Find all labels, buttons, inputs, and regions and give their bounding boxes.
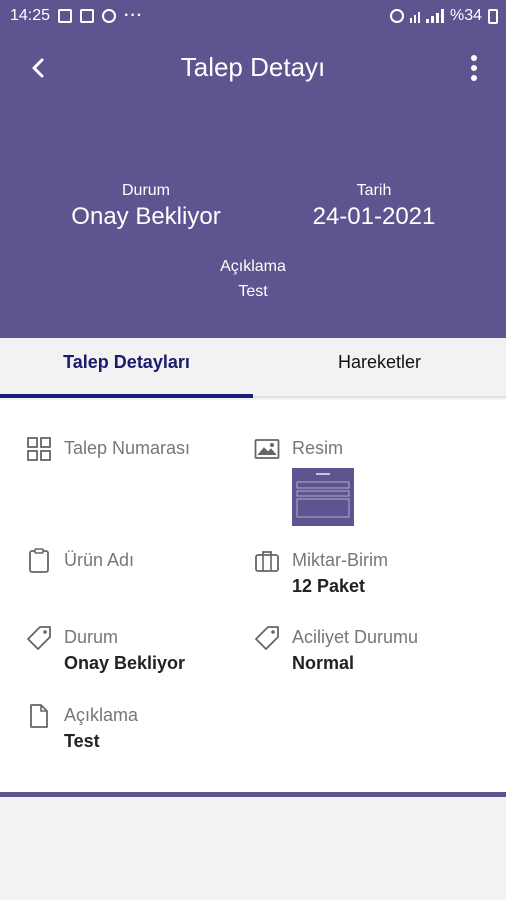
date-summary-label: Tarih	[356, 182, 392, 199]
header: 14:25 ··· %34 Talep Detayı Durum Onay Be…	[0, 0, 506, 338]
app-bar: Talep Detayı	[0, 40, 506, 94]
status-bar: 14:25 ··· %34	[0, 0, 506, 32]
bottom-divider	[0, 792, 506, 797]
signal-icon	[425, 9, 444, 23]
more-vertical-icon	[471, 55, 477, 81]
date-summary-value: 24-01-2021	[312, 203, 436, 230]
quantity-unit-value: 12 Paket	[292, 576, 366, 596]
description-value: Test	[64, 731, 100, 751]
quantity-unit-label: Miktar-Birim	[292, 550, 388, 570]
description-summary-value: Test	[238, 283, 268, 300]
status-summary-value: Onay Bekliyor	[71, 203, 221, 230]
product-name-label: Ürün Adı	[64, 550, 135, 570]
tag-icon	[255, 626, 279, 650]
more-options-button[interactable]	[462, 48, 486, 88]
image-icon	[254, 439, 280, 459]
description-summary-label: Açıklama	[220, 258, 286, 275]
image-field: Resim	[254, 436, 484, 536]
tab-movements[interactable]: Hareketler	[253, 338, 506, 398]
file-icon	[30, 704, 48, 728]
date-summary: Tarih 24-01-2021	[290, 182, 458, 231]
status-summary-label: Durum	[121, 182, 170, 199]
tab-bar: Talep Detayları Hareketler	[0, 338, 506, 398]
clipboard-icon	[29, 548, 49, 573]
battery-icon	[488, 8, 498, 24]
product-name-field: Ürün Adı	[26, 548, 246, 608]
tab-indicator	[0, 394, 253, 398]
urgency-field: Aciliyet Durumu Normal	[254, 625, 484, 685]
status-summary: Durum Onay Bekliyor	[60, 182, 232, 231]
more-notifications-icon: ···	[124, 7, 144, 24]
status-value: Onay Bekliyor	[64, 653, 186, 673]
request-number-label: Talep Numarası	[64, 438, 191, 458]
page-title: Talep Detayı	[180, 52, 326, 82]
alarm-icon	[389, 9, 404, 23]
image-thumbnail[interactable]	[292, 468, 354, 526]
network-icon	[409, 9, 420, 23]
briefcase-icon	[255, 551, 279, 572]
image-label: Resim	[292, 438, 344, 458]
app-notification-icon	[80, 9, 95, 23]
mail-notification-icon	[102, 9, 117, 23]
description-field: Açıklama Test	[26, 703, 246, 763]
battery-percent: %34	[449, 7, 482, 24]
grid-icon	[27, 437, 51, 461]
description-label: Açıklama	[64, 705, 139, 725]
urgency-value: Normal	[292, 653, 355, 673]
details-panel: Talep Numarası Resim Ürün Adı Miktar-Bir…	[0, 400, 506, 792]
status-field: Durum Onay Bekliyor	[26, 625, 246, 685]
status-label: Durum	[64, 627, 119, 647]
request-number-field: Talep Numarası	[26, 436, 246, 496]
description-summary: Açıklama Test	[0, 258, 506, 301]
tag-icon	[27, 626, 51, 650]
quantity-unit-field: Miktar-Birim 12 Paket	[254, 548, 484, 608]
tab-request-details[interactable]: Talep Detayları	[0, 338, 253, 398]
status-time: 14:25	[10, 7, 51, 24]
gallery-notification-icon	[58, 9, 73, 23]
urgency-label: Aciliyet Durumu	[292, 627, 419, 647]
